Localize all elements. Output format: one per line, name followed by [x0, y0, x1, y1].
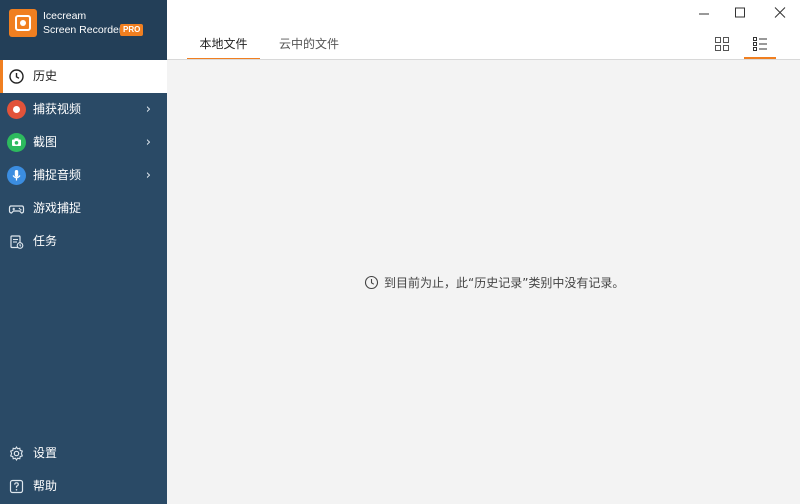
grid-view-button[interactable] — [706, 31, 738, 59]
minimize-button[interactable] — [692, 3, 716, 23]
sidebar-item-tasks[interactable]: 任务 — [0, 225, 167, 258]
sidebar-item-label: 设置 — [33, 446, 58, 460]
help-icon — [9, 479, 24, 494]
tasks-icon — [10, 235, 24, 249]
sidebar-item-label: 捕捉音频 — [33, 168, 82, 182]
sidebar-item-label: 帮助 — [33, 479, 58, 493]
tab-cloud-files[interactable]: 云中的文件 — [279, 30, 339, 60]
sidebar-item-game-capture[interactable]: 游戏捕捉 — [0, 192, 167, 225]
gamepad-icon — [8, 205, 25, 214]
header-divider — [167, 59, 800, 60]
chevron-right-icon: › — [145, 135, 151, 150]
sidebar-item-settings[interactable]: 设置 — [0, 437, 167, 470]
brand: Icecream Screen Recorder PRO — [0, 0, 167, 60]
clock-icon — [364, 275, 379, 289]
sidebar-item-help[interactable]: 帮助 — [0, 470, 167, 503]
clock-icon — [9, 69, 24, 84]
brand-name-line2: Screen Recorder — [43, 24, 123, 36]
app-logo — [9, 9, 37, 37]
sidebar-item-history[interactable]: 历史 — [0, 60, 167, 93]
record-icon — [7, 100, 26, 119]
sidebar-item-label: 历史 — [33, 69, 58, 83]
list-icon — [753, 37, 767, 51]
chevron-right-icon: › — [145, 102, 151, 117]
grid-icon — [715, 37, 729, 51]
sidebar-item-capture-video[interactable]: 捕获视频 › — [0, 93, 167, 126]
sidebar: Icecream Screen Recorder PRO 历史 捕获视频 › 截… — [0, 0, 167, 504]
maximize-button[interactable] — [728, 3, 752, 23]
brand-name-line1: Icecream — [43, 10, 87, 22]
sidebar-item-screenshot[interactable]: 截图 › — [0, 126, 167, 159]
sidebar-item-capture-audio[interactable]: 捕捉音频 › — [0, 159, 167, 192]
gear-icon — [9, 445, 24, 462]
microphone-icon — [7, 166, 26, 185]
sidebar-item-label: 捕获视频 — [33, 102, 82, 116]
sidebar-item-label: 截图 — [33, 135, 58, 149]
sidebar-item-label: 游戏捕捉 — [33, 201, 82, 215]
empty-state-text: 到目前为止，此“历史记录”类别中没有记录。 — [384, 275, 625, 290]
close-icon — [774, 7, 786, 18]
list-view-button[interactable] — [744, 31, 776, 59]
empty-state-message: 到目前为止，此“历史记录”类别中没有记录。 — [364, 272, 624, 292]
close-button[interactable] — [768, 3, 792, 23]
maximize-icon — [735, 7, 745, 18]
tab-local-files[interactable]: 本地文件 — [187, 30, 260, 60]
chevron-right-icon: › — [145, 168, 151, 183]
sidebar-item-label: 任务 — [33, 234, 58, 248]
camera-icon — [7, 133, 26, 152]
pro-badge: PRO — [120, 24, 144, 36]
minimize-icon — [699, 13, 709, 15]
